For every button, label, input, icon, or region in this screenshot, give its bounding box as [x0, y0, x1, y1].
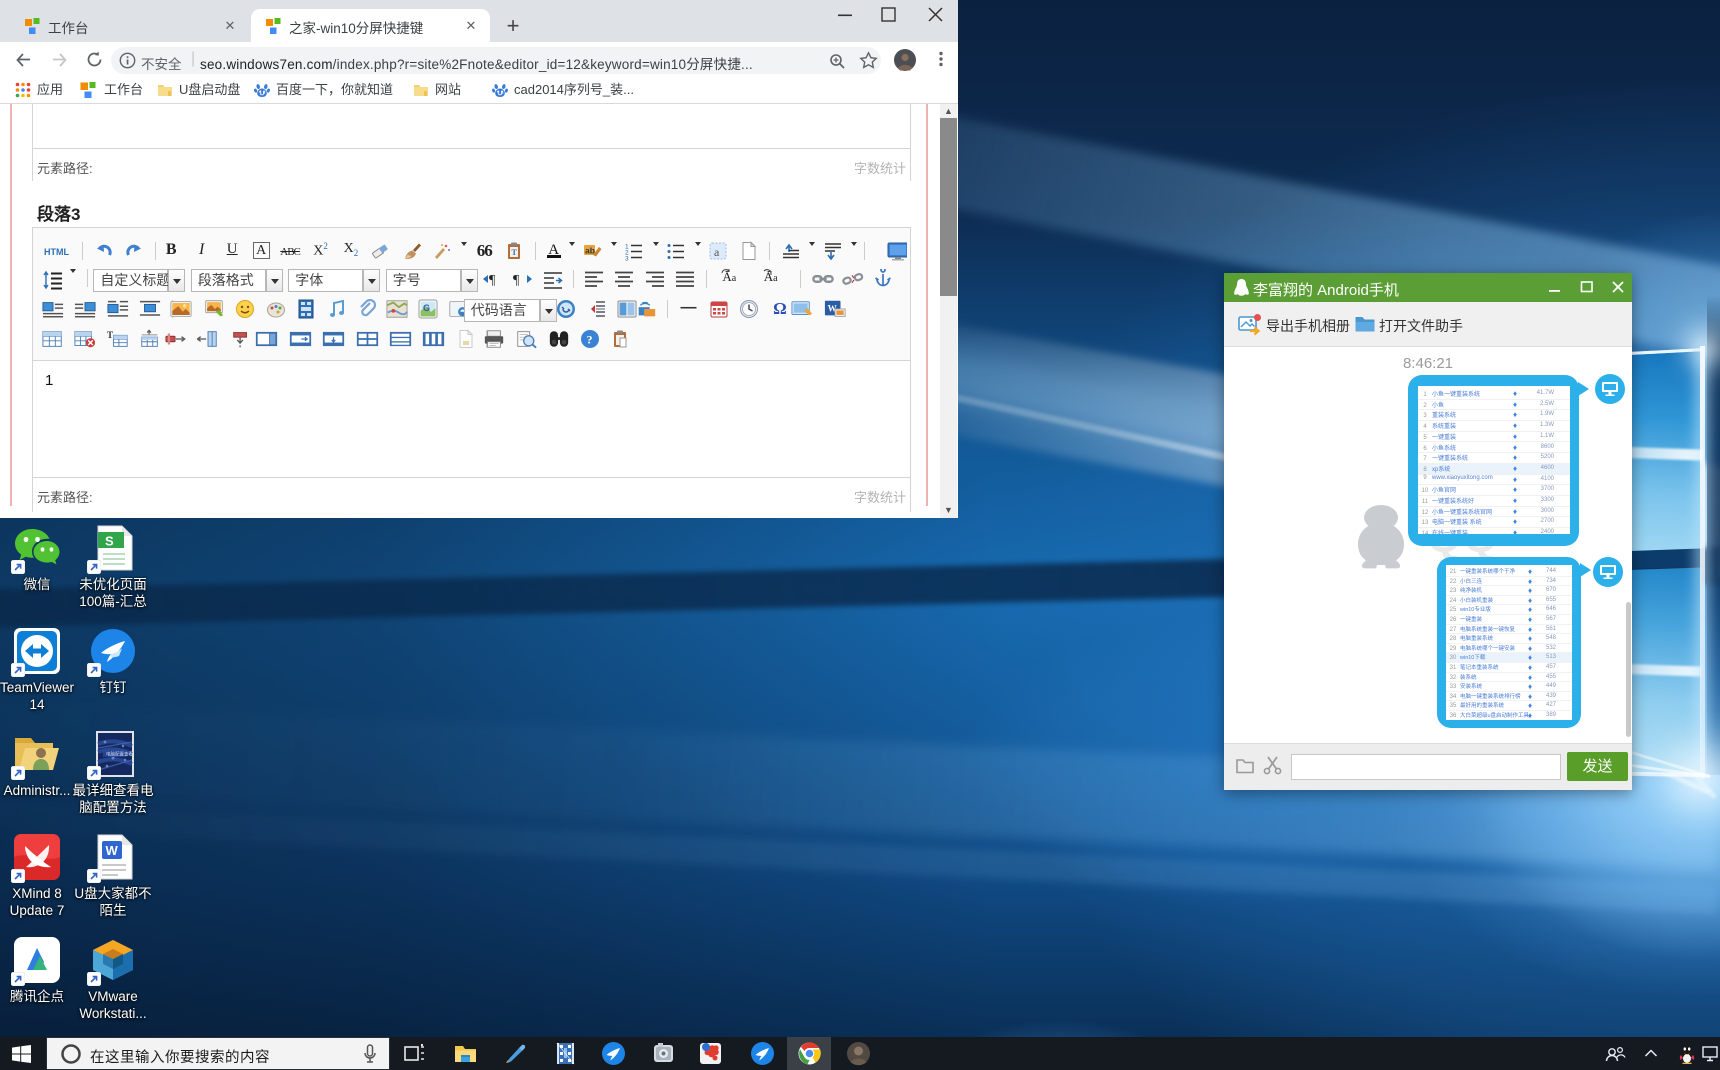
svg-text:¶: ¶ [489, 273, 496, 288]
svg-text:¶: ¶ [513, 273, 520, 288]
svg-text:a: a [714, 245, 720, 259]
svg-text:HTML: HTML [44, 247, 69, 257]
svg-text:电脑配置查看: 电脑配置查看 [106, 751, 133, 758]
svg-text:W: W [106, 843, 119, 858]
svg-text:3: 3 [625, 256, 629, 262]
svg-text:?: ? [587, 333, 593, 347]
svg-text:T: T [107, 330, 113, 340]
svg-text:S: S [105, 534, 114, 549]
svg-text:ab: ab [585, 246, 595, 256]
svg-text:T: T [511, 248, 517, 257]
svg-text:G: G [423, 303, 430, 313]
